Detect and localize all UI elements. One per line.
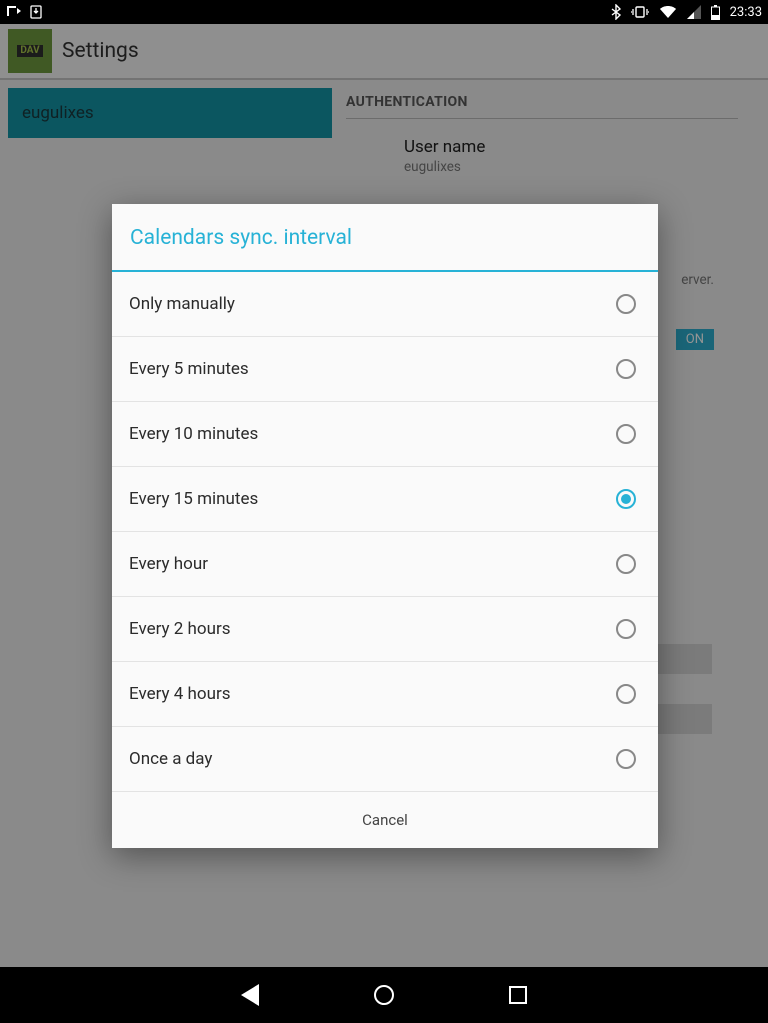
status-bar: 23:33 bbox=[0, 0, 768, 24]
vibrate-icon bbox=[631, 5, 649, 19]
option-label: Every hour bbox=[129, 554, 208, 574]
option-label: Every 5 minutes bbox=[129, 359, 249, 379]
status-time: 23:33 bbox=[730, 5, 762, 20]
nav-bar bbox=[0, 967, 768, 1023]
sync-interval-dialog: Calendars sync. interval Only manually Ev… bbox=[112, 204, 658, 848]
app-area: DAV Settings eugulixes AUTHENTICATION Us… bbox=[0, 24, 768, 967]
option-label: Only manually bbox=[129, 294, 235, 314]
option-4[interactable]: Every hour bbox=[112, 532, 658, 597]
option-5[interactable]: Every 2 hours bbox=[112, 597, 658, 662]
option-label: Every 4 hours bbox=[129, 684, 231, 704]
option-3[interactable]: Every 15 minutes bbox=[112, 467, 658, 532]
cancel-button[interactable]: Cancel bbox=[112, 792, 658, 848]
signal-icon bbox=[687, 5, 701, 19]
option-2[interactable]: Every 10 minutes bbox=[112, 402, 658, 467]
option-label: Every 2 hours bbox=[129, 619, 231, 639]
nav-back-button[interactable] bbox=[241, 984, 259, 1006]
bluetooth-icon bbox=[611, 4, 621, 20]
radio-icon bbox=[616, 684, 636, 704]
option-6[interactable]: Every 4 hours bbox=[112, 662, 658, 727]
option-0[interactable]: Only manually bbox=[112, 272, 658, 337]
download-icon bbox=[30, 5, 42, 19]
battery-icon bbox=[711, 5, 720, 20]
radio-icon bbox=[616, 359, 636, 379]
radio-icon bbox=[616, 294, 636, 314]
dialog-title: Calendars sync. interval bbox=[112, 204, 658, 272]
radio-icon bbox=[616, 749, 636, 769]
cast-icon bbox=[6, 5, 22, 19]
radio-icon bbox=[616, 554, 636, 574]
radio-icon bbox=[616, 424, 636, 444]
wifi-icon bbox=[659, 5, 677, 19]
option-list: Only manually Every 5 minutes Every 10 min… bbox=[112, 272, 658, 792]
option-1[interactable]: Every 5 minutes bbox=[112, 337, 658, 402]
nav-recent-button[interactable] bbox=[509, 986, 527, 1004]
radio-icon bbox=[616, 619, 636, 639]
option-7[interactable]: Once a day bbox=[112, 727, 658, 792]
option-label: Once a day bbox=[129, 749, 212, 769]
nav-home-button[interactable] bbox=[374, 985, 394, 1005]
option-label: Every 10 minutes bbox=[129, 424, 258, 444]
option-label: Every 15 minutes bbox=[129, 489, 258, 509]
radio-icon bbox=[616, 489, 636, 509]
